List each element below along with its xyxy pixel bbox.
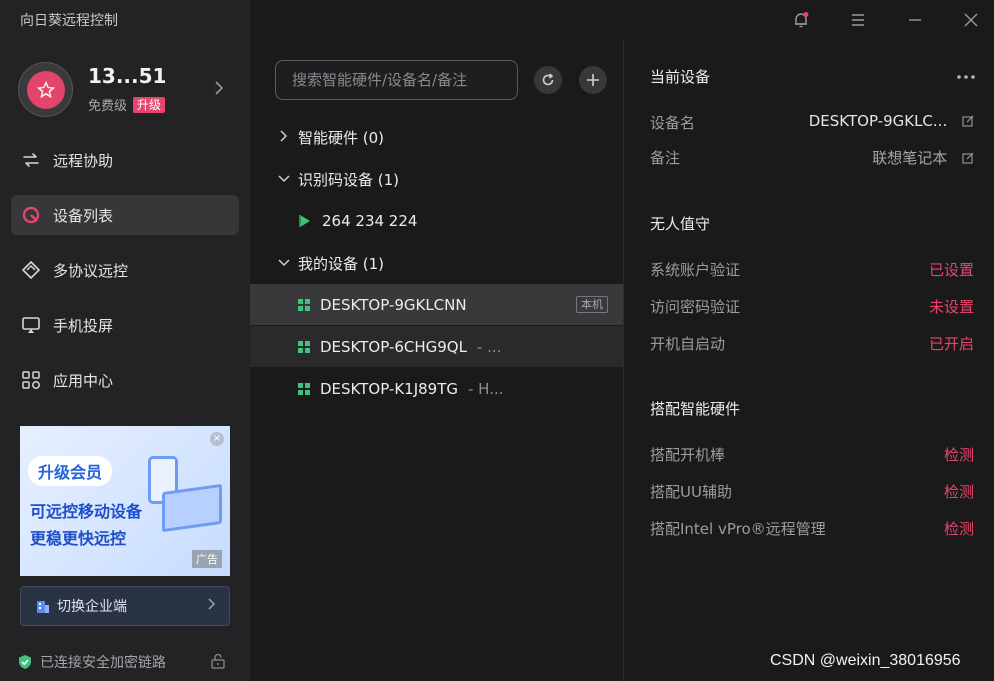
device-name: DESKTOP-K1J89TG (320, 379, 458, 398)
shield-check-icon (19, 655, 31, 669)
unattended-title: 无人值守 (650, 215, 711, 233)
nav-label: 设备列表 (53, 206, 114, 225)
nav-item-remote-assist[interactable]: 远程协助 (11, 140, 239, 180)
close-icon[interactable]: × (210, 432, 224, 446)
ad-tag: 广告 (192, 550, 222, 568)
ad-banner[interactable]: × 升级会员 可远控移动设备 更稳更快远控 广告 (20, 426, 230, 576)
nav-item-device-list[interactable]: 设备列表 (11, 195, 239, 235)
switch-enterprise-button[interactable]: 切换企业端 (20, 586, 230, 626)
sidebar: 向日葵远程控制 13...51 免费级 升级 远程协助 设备列表 多协议远控 手… (0, 0, 250, 681)
nav-item-app-center[interactable]: 应用中心 (11, 360, 239, 400)
laptop-illustration (162, 483, 222, 533)
access-password-status[interactable]: 未设置 (929, 296, 974, 317)
device-note: - ... (476, 337, 502, 356)
ad-text-line: 可远控移动设备 (30, 502, 143, 521)
watermark: CSDN @weixin_38016956 (770, 652, 961, 669)
minimize-icon[interactable] (905, 10, 925, 30)
more-options-icon[interactable] (956, 64, 976, 85)
group-code-devices[interactable]: 识别码设备 (1) (278, 169, 399, 190)
secure-connection-status: 已连接安全加密链路 (18, 652, 166, 672)
uu-assist-detect-link[interactable]: 检测 (944, 481, 974, 502)
nav-label: 应用中心 (53, 371, 114, 390)
device-name-value: DESKTOP-9GKLC... (809, 112, 974, 131)
device-note-value: 联想笔记本 (872, 147, 974, 168)
device-row[interactable]: DESKTOP-9GKLCNN 本机 (250, 284, 624, 325)
remote-assist-icon (21, 150, 41, 170)
refresh-button[interactable] (534, 66, 562, 94)
search-input[interactable] (275, 60, 518, 100)
group-my-devices[interactable]: 我的设备 (1) (278, 253, 384, 274)
hardware-title: 搭配智能硬件 (650, 400, 741, 418)
uu-assist-label: 搭配UU辅助 (650, 483, 732, 501)
menu-icon[interactable] (848, 10, 868, 30)
group-label: 智能硬件 (0) (298, 129, 385, 147)
edit-icon[interactable] (962, 113, 974, 131)
building-icon (37, 601, 49, 613)
close-icon[interactable] (961, 10, 981, 30)
device-list-icon (21, 205, 41, 225)
device-name: DESKTOP-6CHG9QL (320, 337, 467, 356)
device-name-text: DESKTOP-9GKLC... (808, 112, 948, 130)
app-center-icon (21, 370, 41, 390)
device-detail-panel: 当前设备 设备名 DESKTOP-9GKLC... 备注 联想笔记本 无人值守 … (624, 0, 994, 681)
nav-item-screen-cast[interactable]: 手机投屏 (11, 305, 239, 345)
edit-icon[interactable] (962, 150, 974, 168)
device-name: DESKTOP-9GKLCNN (320, 295, 467, 314)
chevron-right-icon[interactable] (214, 80, 224, 101)
access-password-label: 访问密码验证 (650, 298, 741, 316)
nav-item-multi-protocol[interactable]: 多协议远控 (11, 250, 239, 290)
chevron-right-icon (278, 129, 290, 146)
vpro-detect-link[interactable]: 检测 (944, 518, 974, 539)
lock-icon[interactable] (210, 653, 226, 673)
windows-icon (298, 298, 310, 311)
notification-bell-icon[interactable] (791, 10, 811, 30)
ad-headline: 升级会员 (28, 456, 113, 486)
nav-label: 多协议远控 (53, 261, 129, 280)
refresh-icon (542, 73, 554, 86)
switch-enterprise-label: 切换企业端 (57, 599, 127, 615)
autostart-status[interactable]: 已开启 (929, 333, 974, 354)
upgrade-badge[interactable]: 升级 (133, 96, 166, 113)
multi-protocol-icon (21, 260, 41, 280)
device-note: - H... (468, 379, 504, 398)
current-device-title: 当前设备 (650, 68, 711, 86)
user-name[interactable]: 13...51 (88, 64, 166, 88)
local-device-tag: 本机 (576, 296, 608, 313)
device-row[interactable]: DESKTOP-K1J89TG - H... (250, 368, 624, 409)
group-label: 识别码设备 (1) (298, 171, 400, 189)
chevron-down-icon (278, 256, 290, 271)
user-level: 免费级 升级 (88, 95, 166, 114)
system-account-label: 系统账户验证 (650, 261, 741, 279)
boot-stick-detect-link[interactable]: 检测 (944, 444, 974, 465)
device-note-text: 联想笔记本 (872, 149, 948, 167)
nav-label: 手机投屏 (53, 316, 114, 335)
system-account-status[interactable]: 已设置 (929, 259, 974, 280)
device-name-label: 设备名 (650, 114, 696, 132)
device-list-panel: 智能硬件 (0) 识别码设备 (1) 264 234 224 我的设备 (1) … (250, 0, 624, 681)
connection-code-icon (299, 214, 310, 227)
secure-status-text: 已连接安全加密链路 (40, 655, 166, 671)
device-note-label: 备注 (650, 149, 681, 167)
windows-icon (298, 340, 310, 353)
vpro-label: 搭配Intel vPro®远程管理 (650, 520, 826, 538)
nav-label: 远程协助 (53, 151, 114, 170)
add-device-button[interactable] (579, 66, 607, 94)
ad-text-line: 更稳更快远控 (30, 529, 127, 548)
membership-level: 免费级 (88, 99, 128, 114)
autostart-label: 开机自启动 (650, 335, 726, 353)
boot-stick-label: 搭配开机棒 (650, 446, 726, 464)
star-icon (36, 80, 55, 98)
code-device-row[interactable]: 264 234 224 (250, 200, 624, 241)
device-row[interactable]: DESKTOP-6CHG9QL - ... (250, 326, 624, 367)
chevron-down-icon (278, 172, 290, 187)
app-title: 向日葵远程控制 (20, 13, 118, 29)
plus-icon (587, 74, 599, 86)
windows-icon (298, 382, 310, 395)
group-label: 我的设备 (1) (298, 255, 385, 273)
avatar[interactable] (18, 62, 73, 117)
screen-cast-icon (21, 315, 41, 335)
group-smart-hardware[interactable]: 智能硬件 (0) (278, 127, 384, 148)
chevron-right-icon (207, 598, 216, 614)
device-code: 264 234 224 (322, 211, 418, 230)
